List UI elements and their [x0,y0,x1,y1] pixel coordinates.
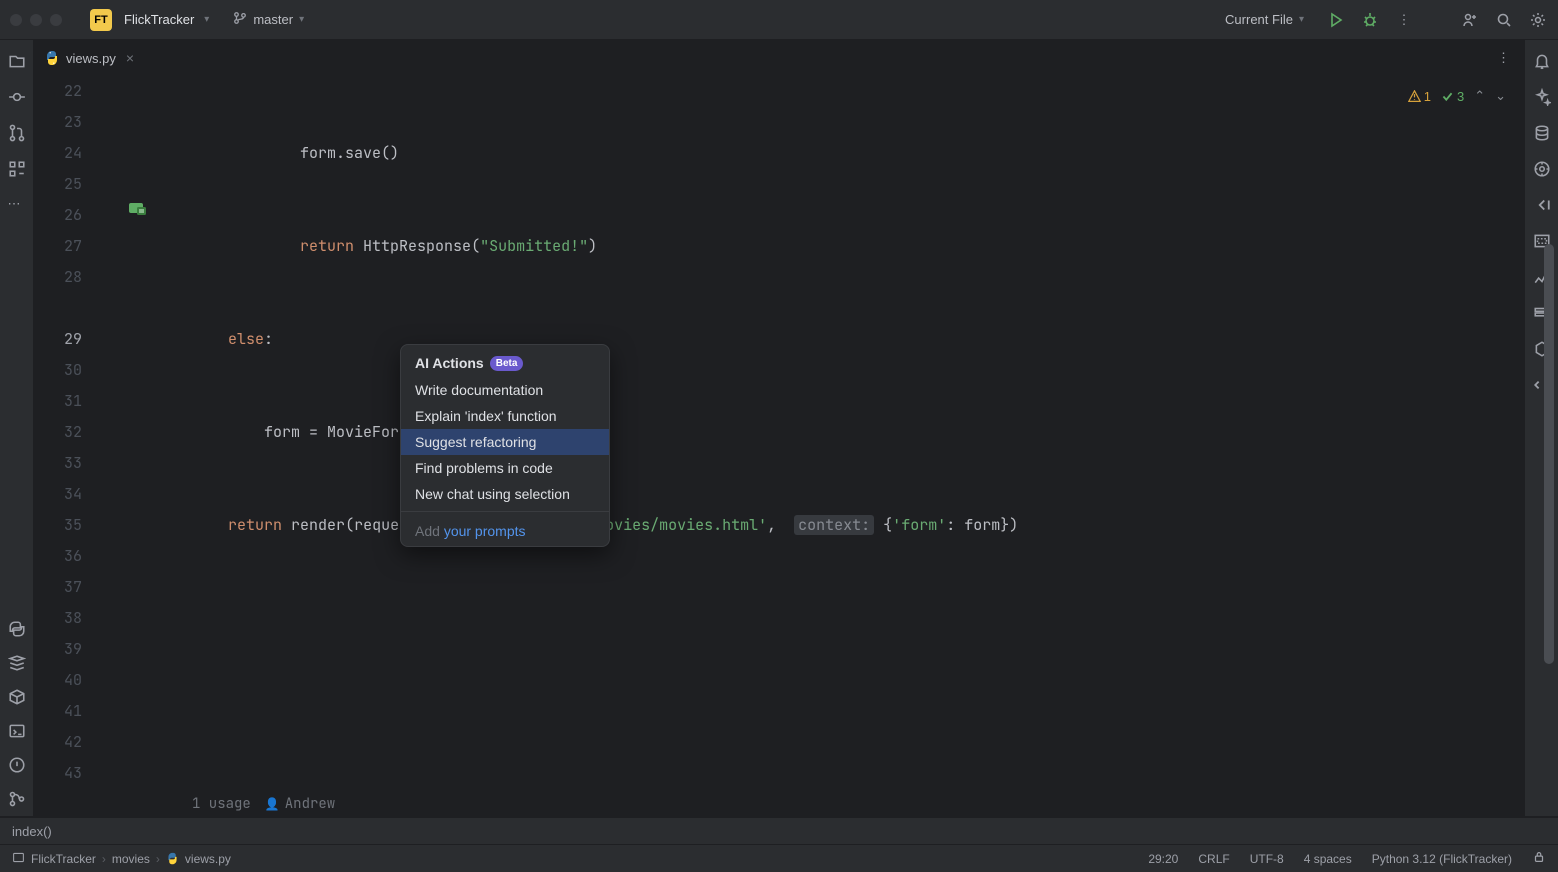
line-separator[interactable]: CRLF [1198,852,1229,866]
crumb-file[interactable]: views.py [185,852,231,866]
chevron-down-icon: ▾ [1299,14,1304,25]
problems-icon[interactable] [8,756,26,774]
crumb-separator: › [102,852,106,866]
ai-actions-popup: AI Actions Beta Write documentation Expl… [400,344,610,547]
code-with-me-icon[interactable] [1460,10,1480,30]
code-area[interactable]: form.save() return HttpResponse("Submitt… [192,76,1524,816]
commit-tool-icon[interactable] [8,88,26,106]
tab-more-icon[interactable]: ⋮ [1497,50,1524,66]
notifications-icon[interactable] [1533,52,1551,70]
vcs-log-icon[interactable] [8,790,26,808]
popup-header: AI Actions Beta [401,345,609,377]
chevron-down-icon: ▾ [204,14,209,25]
structure-tool-icon[interactable] [8,160,26,178]
run-config-label: Current File [1225,12,1293,27]
user-icon: 👤 [265,789,280,816]
more-tool-icon[interactable]: ⋯ [8,196,26,214]
ai-action-explain[interactable]: Explain 'index' function [401,403,609,429]
run-button[interactable] [1326,10,1346,30]
project-name: FlickTracker [124,12,194,27]
popup-separator [401,511,609,512]
zoom-window[interactable] [50,14,62,26]
pull-requests-icon[interactable] [8,124,26,142]
crumb-folder[interactable]: movies [112,852,150,866]
python-packages-icon[interactable] [8,688,26,706]
close-tab-icon[interactable]: × [126,50,134,66]
popup-title: AI Actions [415,355,484,371]
crumb-project[interactable]: FlickTracker [31,852,96,866]
vcs-branch-selector[interactable]: master ▾ [225,7,312,32]
search-icon[interactable] [1494,10,1514,30]
ai-action-new-chat[interactable]: New chat using selection [401,481,609,507]
bookmark-icon[interactable] [128,200,148,216]
interpreter[interactable]: Python 3.12 (FlickTracker) [1372,852,1512,866]
project-tool-icon[interactable] [8,52,26,70]
file-encoding[interactable]: UTF-8 [1250,852,1284,866]
editor[interactable]: 1 3 ⌃ ⌄ 22232425262728293031323334353637… [34,76,1524,816]
navigation-bar: index() [0,818,1558,844]
project-selector[interactable]: FT FlickTracker ▾ [82,5,217,35]
tab-views-py[interactable]: views.py × [34,40,144,76]
folder-icon [12,851,25,867]
crumb-separator: › [156,852,160,866]
ai-action-suggest-refactoring[interactable]: Suggest refactoring [401,429,609,455]
beta-badge: Beta [490,356,524,371]
services-icon[interactable] [8,654,26,672]
tab-filename: views.py [66,51,116,66]
line-number-gutter: 2223242526272829303132333435363738394041… [34,76,92,816]
python-file-icon [44,50,60,66]
window-controls [10,14,62,26]
status-bar: FlickTracker › movies › views.py 29:20 C… [0,844,1558,872]
chevron-down-icon: ▾ [299,14,304,25]
readonly-lock-icon[interactable] [1532,850,1546,867]
more-actions-button[interactable]: ⋮ [1394,10,1414,30]
titlebar: FT FlickTracker ▾ master ▾ Current File … [0,0,1558,40]
editor-tabbar: views.py × ⋮ [34,40,1524,76]
python-file-icon [166,852,179,865]
ai-action-write-docs[interactable]: Write documentation [401,377,609,403]
left-tool-stripe: ⋯ [0,40,34,816]
current-context[interactable]: index() [12,824,52,839]
branch-icon [233,11,247,28]
python-console-icon[interactable] [8,620,26,638]
minimize-window[interactable] [30,14,42,26]
project-badge: FT [90,9,112,31]
scrollbar-thumb[interactable] [1544,244,1554,664]
indent-config[interactable]: 4 spaces [1304,852,1352,866]
editor-scrollbar[interactable] [1544,76,1554,816]
close-window[interactable] [10,14,22,26]
ai-action-add-prompts[interactable]: Add your prompts [401,516,609,546]
gutter-icons [92,76,192,816]
settings-icon[interactable] [1528,10,1548,30]
code-lens[interactable]: 1 usage👤Andrew [192,789,1524,816]
run-config-selector[interactable]: Current File ▾ [1217,8,1312,31]
terminal-icon[interactable] [8,722,26,740]
debug-button[interactable] [1360,10,1380,30]
branch-name: master [253,12,293,27]
ai-action-find-problems[interactable]: Find problems in code [401,455,609,481]
caret-position[interactable]: 29:20 [1148,852,1178,866]
